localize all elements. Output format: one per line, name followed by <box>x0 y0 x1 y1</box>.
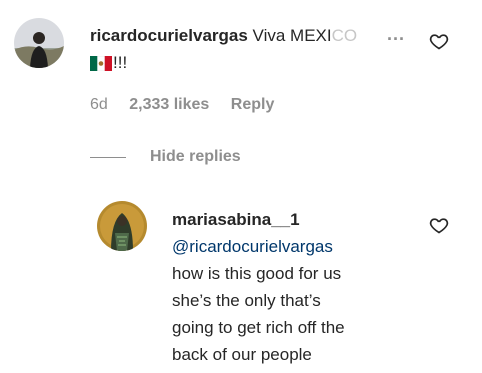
comment-likes[interactable]: 2,333 likes <box>129 96 209 113</box>
reply-body: mariasabina__1 @ricardocurielvargas how … <box>172 206 345 368</box>
reply-text-line: going to get rich off the <box>172 318 345 337</box>
comment-text-faded: CO <box>331 26 358 45</box>
heart-outline-icon <box>429 218 449 234</box>
comment-text: Viva MEXI <box>252 26 332 45</box>
comment-exclaim: !!! <box>113 53 128 72</box>
comment-username[interactable]: ricardocurielvargas <box>90 26 248 45</box>
avatar[interactable] <box>14 18 64 68</box>
heart-outline-icon <box>429 34 449 50</box>
avatar-image <box>14 18 64 68</box>
more-ellipsis[interactable]: ... <box>387 24 405 45</box>
comment-time[interactable]: 6d <box>90 96 108 113</box>
reply-mention[interactable]: @ricardocurielvargas <box>172 233 345 260</box>
like-heart-icon[interactable] <box>429 31 449 56</box>
reply-like-heart-icon[interactable] <box>429 215 449 240</box>
reply-text-line: she’s the only that’s <box>172 291 321 310</box>
reply-button[interactable]: Reply <box>231 96 275 113</box>
comment-text-line: ricardocurielvargas Viva MEXICO <box>90 26 357 46</box>
comment-meta: 6d 2,333 likes Reply <box>90 96 274 114</box>
comment-text-line-2: !!! <box>90 53 127 73</box>
reply-username[interactable]: mariasabina__1 <box>172 206 345 233</box>
reply-avatar-image <box>97 201 147 251</box>
hide-replies-button[interactable]: Hide replies <box>150 148 241 166</box>
reply-text-line: back of our people <box>172 345 312 364</box>
mexico-flag-icon <box>90 55 112 71</box>
replies-divider-line <box>90 157 126 158</box>
reply-text-line: how is this good for us <box>172 264 342 283</box>
reply-avatar[interactable] <box>97 201 147 251</box>
